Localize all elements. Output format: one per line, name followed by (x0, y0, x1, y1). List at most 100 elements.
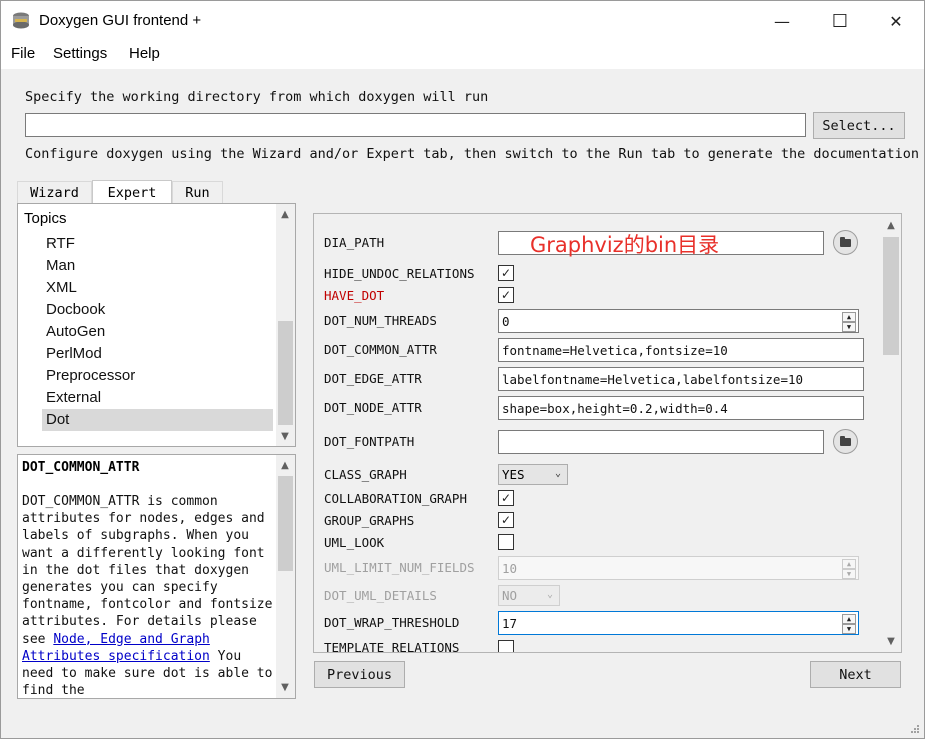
spin-buttons[interactable]: ▲ ▼ (842, 312, 856, 332)
dot-common-attr-input[interactable]: fontname=Helvetica,fontsize=10 (498, 338, 864, 362)
option-label: DOT_COMMON_ATTR (324, 342, 437, 357)
app-window: Doxygen GUI frontend + — ☐ ✕ File Settin… (0, 0, 925, 739)
dia-path-browse-button[interactable] (833, 230, 858, 255)
select-value: NO (502, 588, 518, 603)
menu-settings[interactable]: Settings (53, 45, 107, 62)
option-label-disabled: DOT_UML_DETAILS (324, 588, 437, 603)
maximize-icon: ☐ (831, 10, 849, 32)
option-label: DOT_FONTPATH (324, 434, 415, 449)
minimize-button[interactable]: — (753, 1, 811, 41)
topic-item[interactable]: Man (46, 257, 75, 274)
maximize-button[interactable]: ☐ (811, 1, 869, 41)
option-label-disabled: UML_LIMIT_NUM_FIELDS (324, 560, 475, 575)
template-relations-checkbox[interactable] (498, 640, 514, 652)
option-label: TEMPLATE_RELATIONS (324, 640, 460, 652)
option-label: DOT_NUM_THREADS (324, 313, 437, 328)
options-clip-row: TEMPLATE_RELATIONS (314, 637, 880, 652)
topic-item[interactable]: PerlMod (46, 345, 102, 362)
spinbox-value: 17 (502, 615, 518, 631)
option-label: DOT_NODE_ATTR (324, 400, 422, 415)
spinbox-value: 10 (502, 560, 518, 576)
options-scroll-thumb[interactable] (883, 237, 899, 355)
option-label: UML_LOOK (324, 535, 385, 550)
chevron-down-icon: ⌄ (554, 468, 561, 479)
have-dot-checkbox[interactable]: ✓ (498, 287, 514, 303)
doxygen-app-icon (11, 11, 31, 31)
topic-item[interactable]: XML (46, 279, 77, 296)
scroll-up-icon[interactable]: ▲ (277, 457, 293, 473)
class-graph-select[interactable]: YES ⌄ (498, 464, 568, 485)
topic-item[interactable]: AutoGen (46, 323, 105, 340)
menu-bar: File Settings Help (1, 41, 924, 69)
dot-num-threads-spinbox[interactable]: 0 ▲ ▼ (498, 309, 859, 333)
topic-item-selected[interactable]: Dot (46, 411, 69, 428)
spin-up-icon[interactable]: ▲ (842, 312, 856, 322)
previous-button[interactable]: Previous (314, 661, 405, 688)
menu-help[interactable]: Help (129, 45, 160, 62)
help-scroll-thumb[interactable] (278, 476, 293, 571)
option-label: DIA_PATH (324, 235, 385, 250)
next-button[interactable]: Next (810, 661, 901, 688)
collaboration-graph-checkbox[interactable]: ✓ (498, 490, 514, 506)
dot-node-attr-input[interactable]: shape=box,height=0.2,width=0.4 (498, 396, 864, 420)
dot-edge-attr-input[interactable]: labelfontname=Helvetica,labelfontsize=10 (498, 367, 864, 391)
group-graphs-checkbox[interactable]: ✓ (498, 512, 514, 528)
select-value: YES (502, 467, 525, 482)
close-button[interactable]: ✕ (867, 1, 925, 41)
dot-wrap-threshold-spinbox[interactable]: 17 ▲ ▼ (498, 611, 859, 635)
option-label: GROUP_GRAPHS (324, 513, 415, 528)
topic-item[interactable]: External (46, 389, 101, 406)
scroll-up-icon[interactable]: ▲ (883, 217, 899, 233)
option-label: DOT_EDGE_ATTR (324, 371, 422, 386)
topics-header: Topics (24, 210, 67, 227)
select-dir-button[interactable]: Select... (813, 112, 905, 139)
dot-fontpath-browse-button[interactable] (833, 429, 858, 454)
help-term: DOT_COMMON_ATTR (22, 494, 140, 509)
folder-icon (840, 236, 851, 247)
spin-up-icon[interactable]: ▲ (842, 614, 856, 624)
scroll-down-icon[interactable]: ▼ (277, 679, 293, 695)
close-icon: ✕ (889, 11, 903, 31)
tab-run[interactable]: Run (172, 181, 223, 203)
workdir-input[interactable] (25, 113, 806, 137)
topic-selection-highlight (42, 409, 273, 431)
scroll-down-icon[interactable]: ▼ (883, 633, 899, 649)
annotation-text: Graphviz的bin目录 (530, 233, 720, 257)
scroll-down-icon[interactable]: ▼ (277, 428, 293, 444)
spin-down-icon: ▼ (842, 569, 856, 579)
folder-icon (840, 435, 851, 446)
resize-grip-icon[interactable] (910, 724, 920, 734)
window-title: Doxygen GUI frontend + (39, 12, 202, 29)
help-body: is common attributes for nodes, edges an… (22, 494, 273, 647)
dot-fontpath-input[interactable] (498, 430, 824, 454)
spinbox-value: 0 (502, 313, 510, 329)
spin-buttons: ▲ ▼ (842, 559, 856, 579)
option-label: HIDE_UNDOC_RELATIONS (324, 266, 475, 281)
scroll-up-icon[interactable]: ▲ (277, 206, 293, 222)
spin-down-icon[interactable]: ▼ (842, 624, 856, 634)
minimize-icon: — (774, 11, 790, 31)
option-label: DOT_WRAP_THRESHOLD (324, 615, 460, 630)
spin-down-icon[interactable]: ▼ (842, 322, 856, 332)
hide-undoc-relations-checkbox[interactable]: ✓ (498, 265, 514, 281)
topic-item[interactable]: RTF (46, 235, 75, 252)
tab-wizard[interactable]: Wizard (17, 181, 92, 203)
topics-scroll-thumb[interactable] (278, 321, 293, 425)
uml-look-checkbox[interactable] (498, 534, 514, 550)
tab-expert[interactable]: Expert (92, 180, 172, 204)
workdir-hint: Configure doxygen using the Wizard and/o… (25, 146, 920, 162)
help-text: DOT_COMMON_ATTR is common attributes for… (22, 493, 274, 699)
spin-up-icon: ▲ (842, 559, 856, 569)
spin-buttons[interactable]: ▲ ▼ (842, 614, 856, 634)
menu-file[interactable]: File (11, 45, 35, 62)
workdir-prompt: Specify the working directory from which… (25, 89, 489, 105)
title-bar: Doxygen GUI frontend + — ☐ ✕ (1, 1, 924, 41)
dot-uml-details-select: NO ⌄ (498, 585, 560, 606)
option-label: CLASS_GRAPH (324, 467, 407, 482)
topic-item[interactable]: Docbook (46, 301, 105, 318)
help-title: DOT_COMMON_ATTR (22, 460, 140, 475)
uml-limit-num-fields-spinbox: 10 ▲ ▼ (498, 556, 859, 580)
chevron-down-icon: ⌄ (546, 589, 553, 600)
topic-item[interactable]: Preprocessor (46, 367, 135, 384)
option-label-modified: HAVE_DOT (324, 288, 385, 303)
